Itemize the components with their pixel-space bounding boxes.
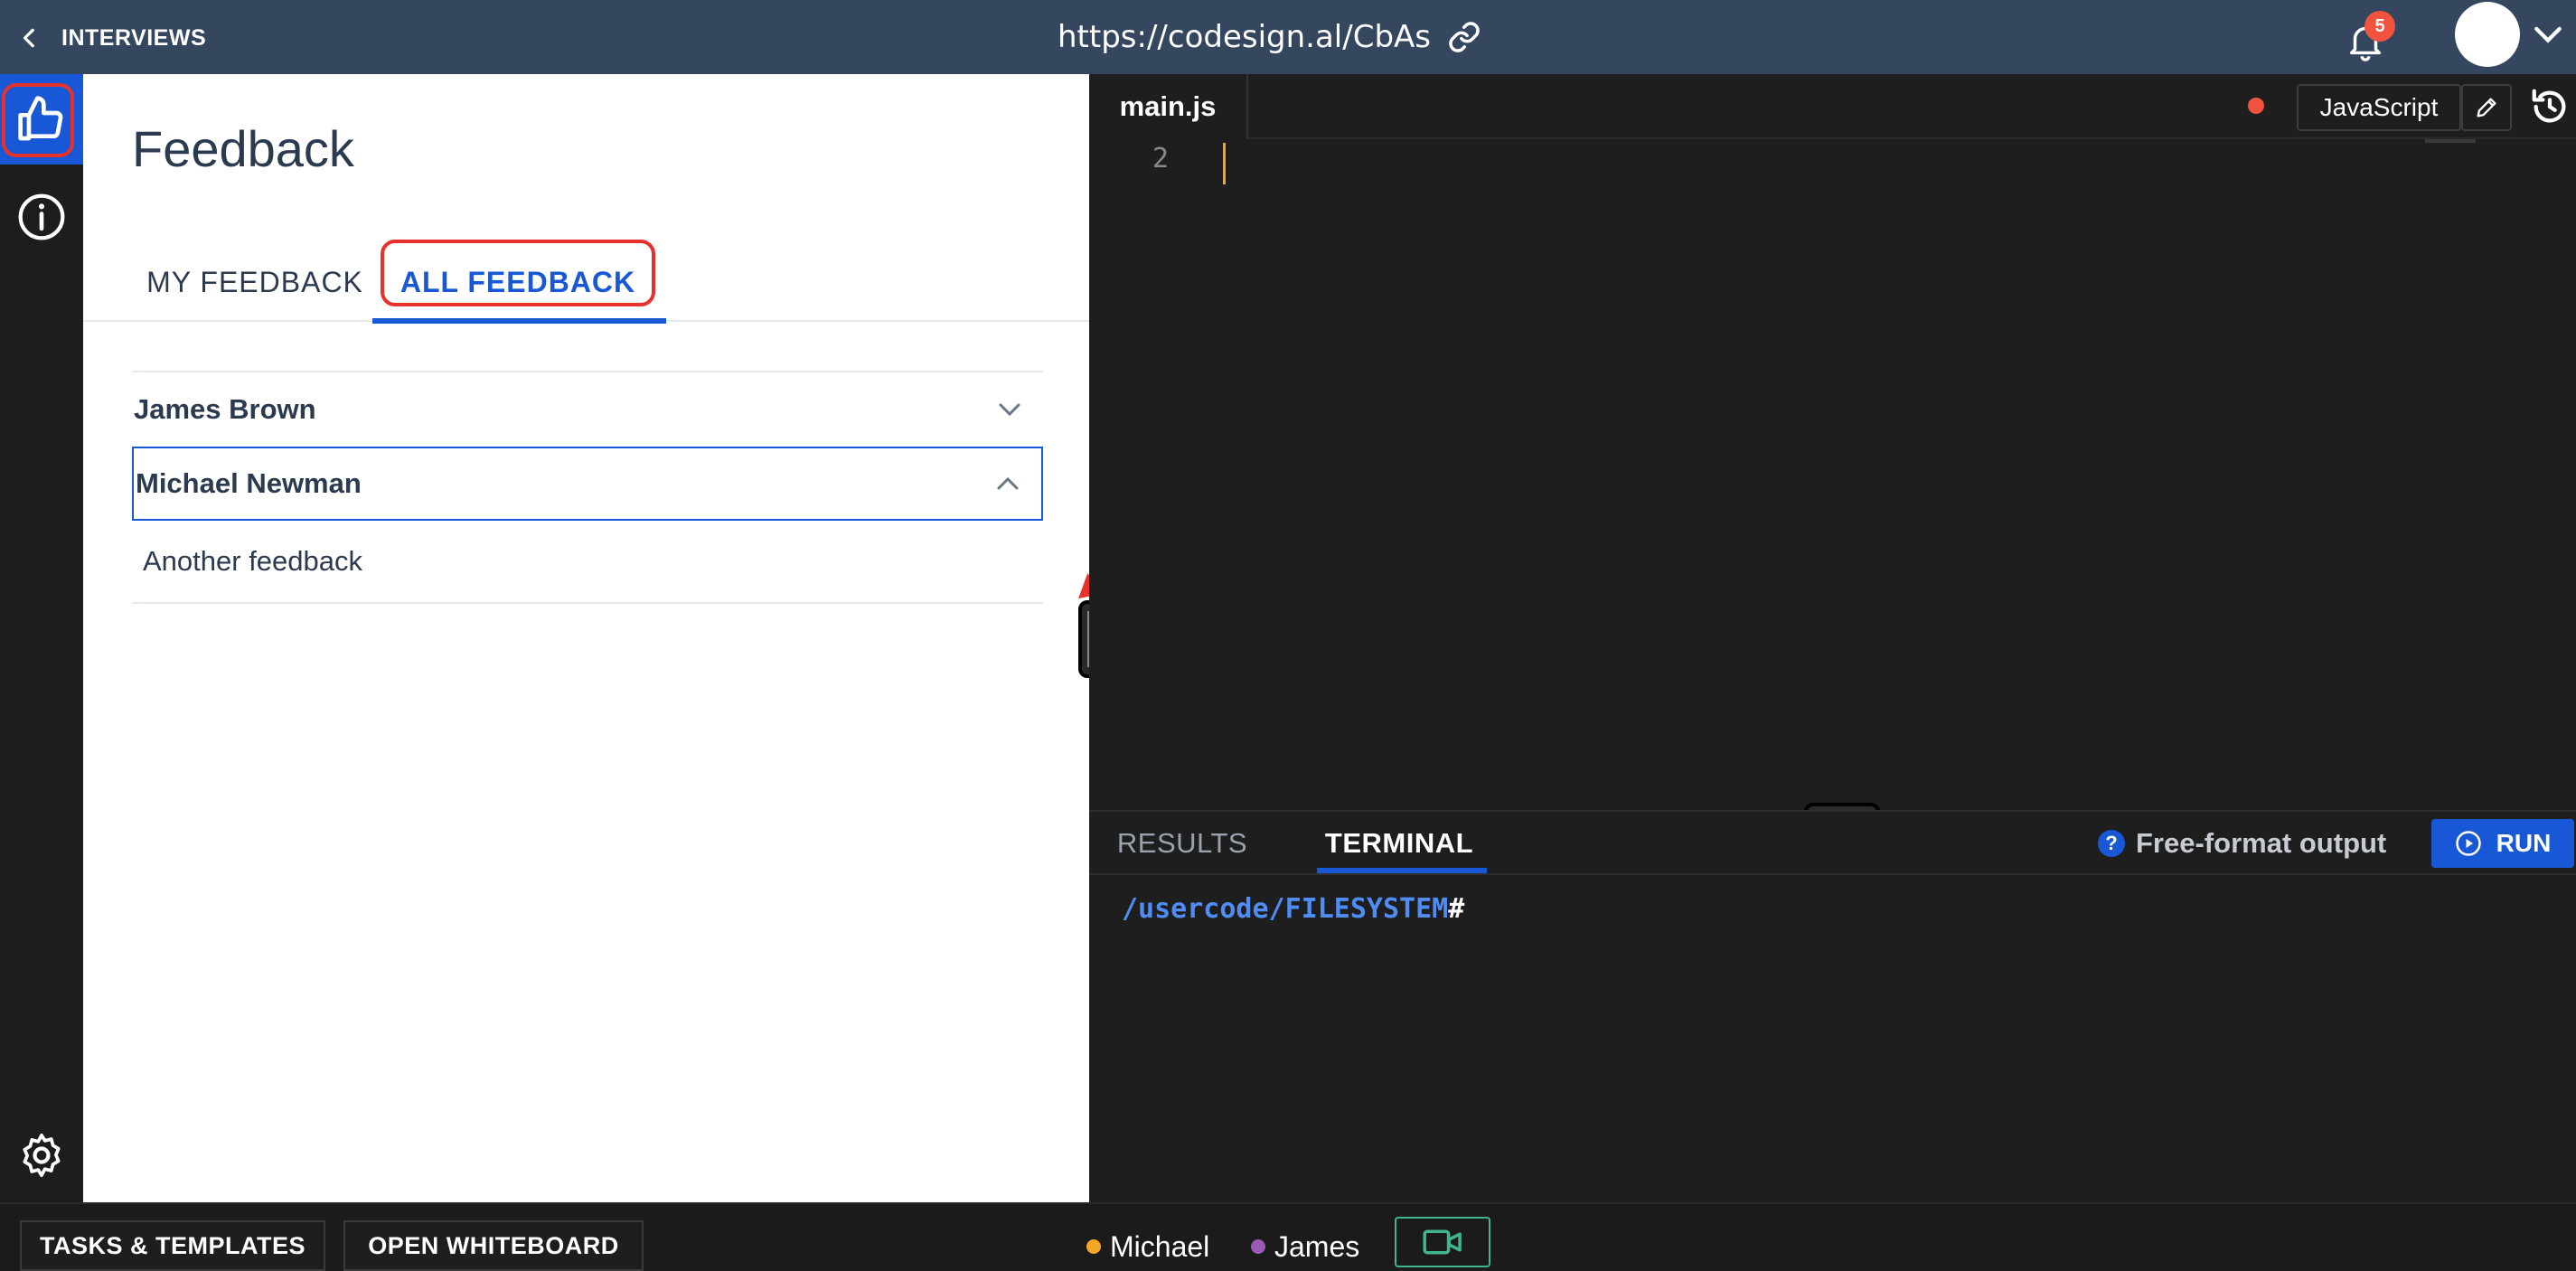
- tab-active-indicator: [1317, 868, 1487, 873]
- top-bar: INTERVIEWS https://codesign.al/CbAs 5: [0, 0, 2576, 74]
- unsaved-indicator: [2248, 98, 2264, 114]
- info-icon: [18, 193, 65, 240]
- code-editor: main.js JavaScript 2: [1089, 74, 2576, 810]
- url-text: https://codesign.al/CbAs: [1058, 19, 1431, 55]
- scroll-indicator: [2425, 139, 2476, 143]
- left-rail: [0, 74, 83, 1202]
- chevron-down-icon: [999, 403, 1020, 417]
- free-format-output-help[interactable]: ? Free-format output: [2098, 821, 2386, 866]
- help-label: Free-format output: [2136, 827, 2387, 859]
- footer-bar: TASKS & TEMPLATES OPEN WHITEBOARD Michae…: [0, 1202, 2576, 1271]
- feedback-author: James Brown: [134, 393, 316, 425]
- session-url[interactable]: https://codesign.al/CbAs: [1058, 13, 1481, 61]
- editor-tab-bar: main.js JavaScript: [1089, 74, 2576, 139]
- edit-language-button[interactable]: [2461, 84, 2512, 131]
- text-cursor: [1223, 143, 1226, 184]
- participant-name: James: [1274, 1229, 1360, 1263]
- run-button[interactable]: RUN: [2431, 819, 2574, 868]
- prompt-path: /usercode/FILESYSTEM: [1122, 893, 1449, 925]
- annotation-highlight: [2, 83, 74, 157]
- video-camera-icon: [1423, 1229, 1462, 1255]
- play-icon: [2455, 831, 2481, 856]
- video-call-button[interactable]: [1395, 1217, 1490, 1267]
- participant-name: Michael: [1110, 1229, 1210, 1263]
- feedback-author: Michael Newman: [136, 467, 362, 499]
- panel-title: Feedback: [132, 120, 354, 177]
- annotation-highlight: [381, 240, 655, 306]
- tab-results[interactable]: RESULTS: [1114, 812, 1250, 875]
- avatar[interactable]: [2455, 2, 2520, 67]
- feedback-item-body: Another feedback: [132, 521, 1043, 604]
- feedback-item-header[interactable]: James Brown: [132, 372, 1043, 447]
- participant-james: James: [1251, 1224, 1359, 1269]
- output-tabs: RESULTS TERMINAL ? Free-format output RU…: [1089, 812, 2576, 875]
- question-icon: ?: [2098, 830, 2125, 857]
- history-icon: [2532, 89, 2566, 123]
- language-select[interactable]: JavaScript: [2297, 84, 2461, 131]
- feedback-item-header[interactable]: Michael Newman: [132, 447, 1043, 521]
- tab-active-indicator: [372, 318, 666, 324]
- history-button[interactable]: [2526, 83, 2573, 130]
- feedback-list: James Brown Michael Newman Another feedb…: [132, 371, 1043, 604]
- notification-badge: 5: [2364, 11, 2395, 42]
- tab-terminal[interactable]: TERMINAL: [1322, 812, 1476, 875]
- participant-michael: Michael: [1086, 1224, 1209, 1269]
- output-panel: RESULTS TERMINAL ? Free-format output RU…: [1089, 810, 2576, 1202]
- rail-info-button[interactable]: [0, 172, 83, 262]
- pencil-icon: [2477, 98, 2496, 118]
- run-label: RUN: [2496, 829, 2552, 857]
- rail-settings-button[interactable]: [0, 1110, 83, 1200]
- open-whiteboard-button[interactable]: OPEN WHITEBOARD: [343, 1220, 644, 1271]
- chevron-down-icon[interactable]: [2533, 24, 2563, 47]
- file-tab-main-js[interactable]: main.js: [1089, 74, 1248, 139]
- tasks-templates-button[interactable]: TASKS & TEMPLATES: [20, 1220, 325, 1271]
- link-icon[interactable]: [1447, 20, 1481, 54]
- back-label: INTERVIEWS: [61, 24, 207, 51]
- prompt-symbol: #: [1448, 893, 1465, 925]
- chevron-up-icon: [997, 476, 1019, 490]
- notifications-button[interactable]: 5: [2345, 11, 2395, 63]
- terminal-prompt[interactable]: /usercode/FILESYSTEM#: [1122, 893, 1464, 925]
- line-number: 2: [1152, 143, 1170, 174]
- feedback-panel: Feedback MY FEEDBACK ALL FEEDBACK James …: [83, 74, 1134, 1202]
- participant-dot: [1086, 1239, 1101, 1254]
- participant-dot: [1251, 1239, 1265, 1254]
- back-to-interviews-link[interactable]: INTERVIEWS: [18, 20, 244, 56]
- gear-icon: [23, 1133, 61, 1178]
- tab-my-feedback[interactable]: MY FEEDBACK: [119, 255, 390, 309]
- chevron-left-icon: [23, 28, 34, 48]
